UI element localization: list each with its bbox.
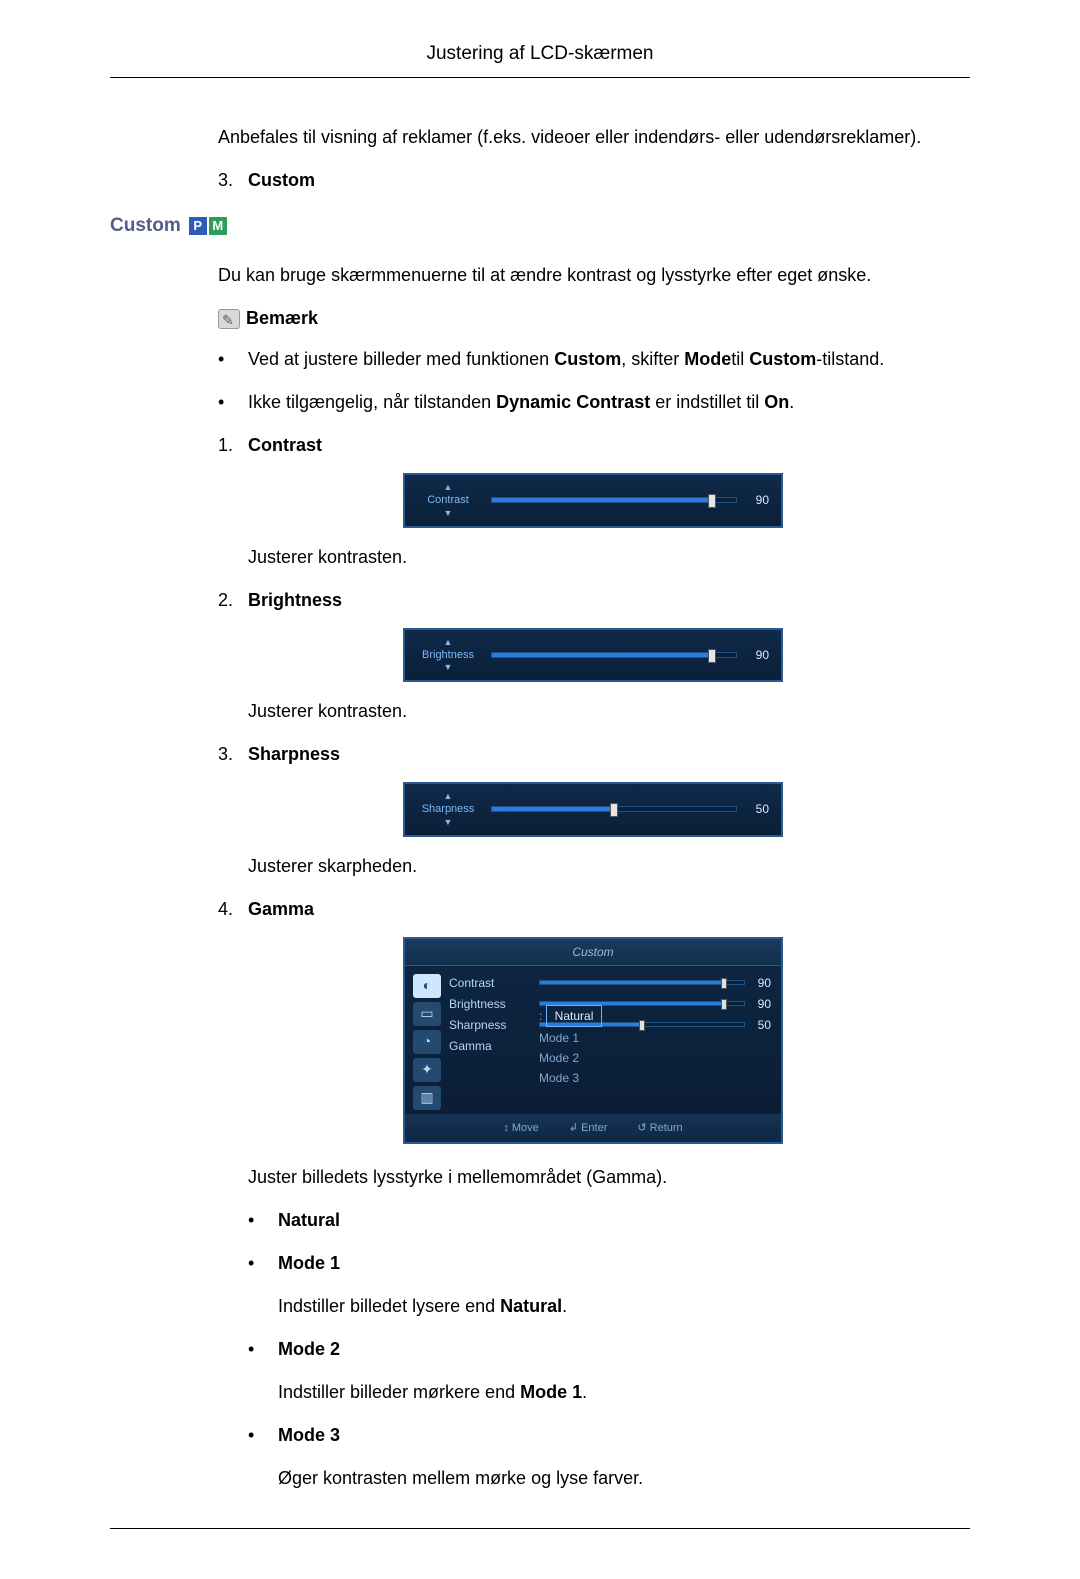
intro-item-label: Custom: [248, 167, 970, 194]
menu-footer-return: ↺ Return: [637, 1120, 682, 1137]
osd-gamma-menu-title: Custom: [405, 939, 781, 966]
intro-paragraph: Anbefales til visning af reklamer (f.eks…: [218, 124, 970, 151]
menu-row-contrast-value: 90: [745, 974, 771, 992]
item-gamma-title: Gamma: [248, 896, 970, 923]
gamma-mode2-desc: Indstiller billeder mørkere end Mode 1.: [278, 1379, 970, 1406]
note-2: Ikke tilgængelig, når tilstanden Dynamic…: [248, 389, 970, 416]
menu-icon-screen[interactable]: ▭: [413, 1002, 441, 1026]
osd-sharpness-slider[interactable]: [491, 806, 737, 812]
gamma-option[interactable]: Mode 1: [539, 1029, 771, 1047]
bullet-icon: •: [248, 1207, 278, 1234]
note-label: Bemærk: [246, 305, 318, 332]
item-sharpness-title: Sharpness: [248, 741, 970, 768]
bullet-icon: •: [248, 1422, 278, 1449]
section-heading: Custom: [110, 212, 181, 241]
menu-footer-enter: ↲ Enter: [569, 1120, 608, 1137]
item-number: 2.: [218, 587, 248, 614]
item-brightness-desc: Justerer kontrasten.: [248, 698, 970, 725]
osd-brightness-panel: ▲ Brightness ▼ 90: [403, 628, 783, 683]
menu-icon-settings[interactable]: ✦: [413, 1058, 441, 1082]
bullet-icon: •: [218, 346, 248, 373]
gamma-selected[interactable]: Natural: [546, 1005, 603, 1027]
osd-brightness-label: Brightness: [422, 647, 474, 664]
page-title: Justering af LCD-skærmen: [110, 40, 970, 78]
intro-item-number: 3.: [218, 167, 248, 194]
item-contrast-desc: Justerer kontrasten.: [248, 544, 970, 571]
bullet-icon: •: [218, 389, 248, 416]
bullet-icon: •: [248, 1336, 278, 1363]
gamma-option[interactable]: Mode 2: [539, 1049, 771, 1067]
osd-contrast-label: Contrast: [427, 492, 469, 509]
osd-contrast-panel: ▲ Contrast ▼ 90: [403, 473, 783, 528]
item-number: 3.: [218, 741, 248, 768]
gamma-mode1-desc: Indstiller billedet lysere end Natural.: [278, 1293, 970, 1320]
up-arrow-icon: ▲: [444, 483, 453, 492]
gamma-mode1-title: Mode 1: [278, 1250, 970, 1277]
osd-sharpness-label: Sharpness: [422, 801, 475, 818]
down-arrow-icon: ▼: [444, 663, 453, 672]
osd-contrast-value: 90: [737, 491, 769, 509]
item-number: 1.: [218, 432, 248, 459]
menu-row-brightness-label: Brightness: [449, 995, 539, 1013]
gamma-mode2-title: Mode 2: [278, 1336, 970, 1363]
menu-row-sharpness-label: Sharpness: [449, 1016, 539, 1034]
menu-icon-info[interactable]: ▥: [413, 1086, 441, 1110]
gamma-option[interactable]: Mode 3: [539, 1069, 771, 1087]
osd-gamma-menu: Custom ◐ ▭ ◔ ✦ ▥ Contrast 90 Brigh: [403, 937, 783, 1145]
item-brightness-title: Brightness: [248, 587, 970, 614]
up-arrow-icon: ▲: [444, 792, 453, 801]
gamma-mode3-title: Mode 3: [278, 1422, 970, 1449]
menu-row-gamma-label: Gamma: [449, 1037, 539, 1055]
item-number: 4.: [218, 896, 248, 923]
osd-contrast-slider[interactable]: [491, 497, 737, 503]
note-icon: [218, 309, 240, 329]
osd-brightness-value: 90: [737, 646, 769, 664]
pm-badge: P M: [189, 217, 227, 235]
osd-sharpness-panel: ▲ Sharpness ▼ 50: [403, 782, 783, 837]
menu-icon-timer[interactable]: ◔: [413, 1030, 441, 1054]
gamma-mode3-desc: Øger kontrasten mellem mørke og lyse far…: [278, 1465, 970, 1492]
custom-description: Du kan bruge skærmmenuerne til at ændre …: [218, 262, 970, 289]
item-gamma-desc: Juster billedets lysstyrke i mellemområd…: [248, 1164, 970, 1191]
badge-m-icon: M: [209, 217, 227, 235]
badge-p-icon: P: [189, 217, 207, 235]
menu-icon-picture[interactable]: ◐: [413, 974, 441, 998]
footer-divider: [110, 1528, 970, 1529]
gamma-natural-title: Natural: [278, 1207, 970, 1234]
bullet-icon: •: [248, 1250, 278, 1277]
item-sharpness-desc: Justerer skarpheden.: [248, 853, 970, 880]
menu-row-contrast-label: Contrast: [449, 974, 539, 992]
item-contrast-title: Contrast: [248, 432, 970, 459]
menu-footer-move: ↕ Move: [503, 1120, 538, 1137]
note-1: Ved at justere billeder med funktionen C…: [248, 346, 970, 373]
down-arrow-icon: ▼: [444, 818, 453, 827]
osd-sharpness-value: 50: [737, 800, 769, 818]
up-arrow-icon: ▲: [444, 638, 453, 647]
down-arrow-icon: ▼: [444, 509, 453, 518]
menu-row-contrast-slider[interactable]: [539, 980, 745, 985]
osd-brightness-slider[interactable]: [491, 652, 737, 658]
